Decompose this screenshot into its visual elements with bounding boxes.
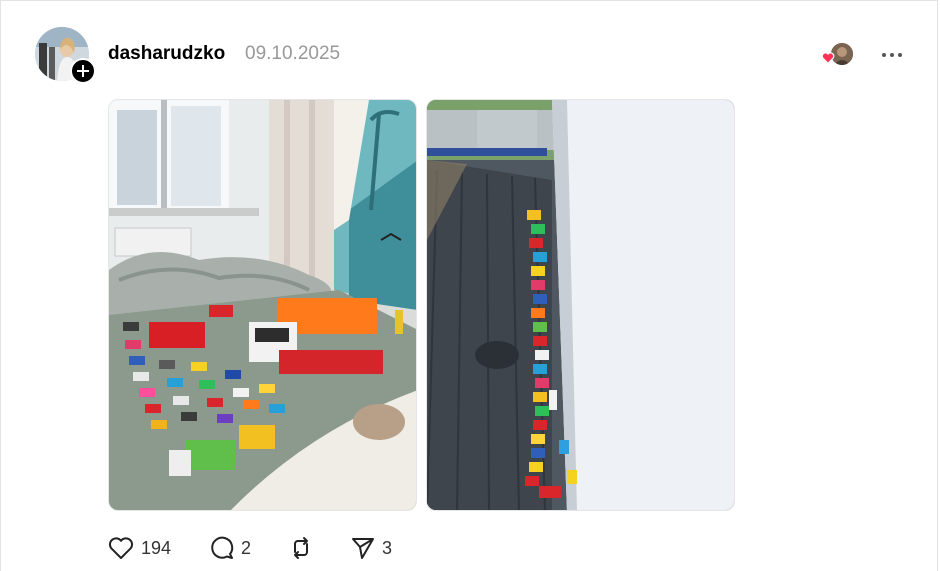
share-button[interactable]: 3 [350, 533, 392, 563]
author-avatar-container[interactable] [35, 27, 96, 84]
photo-toys-terrace-icon [427, 100, 734, 510]
comment-button[interactable]: 2 [208, 533, 251, 563]
post-photo-1[interactable] [108, 99, 417, 511]
plus-icon [77, 65, 89, 77]
more-icon [882, 53, 902, 57]
share-count: 3 [382, 537, 393, 558]
post-card: dasharudzko 09.10.2025 194 2 3 [0, 0, 938, 571]
follow-button[interactable] [70, 58, 96, 84]
repost-button[interactable] [288, 533, 314, 563]
liked-by-preview[interactable] [821, 43, 857, 69]
author-username[interactable]: dasharudzko [108, 43, 225, 65]
post-photo-2[interactable] [426, 99, 735, 511]
repost-icon [294, 537, 308, 559]
send-icon [352, 538, 374, 559]
comment-icon [211, 536, 234, 559]
heart-icon [108, 537, 134, 559]
comment-count: 2 [241, 537, 252, 558]
more-options-button[interactable] [879, 45, 905, 65]
heart-icon [821, 52, 835, 65]
like-count: 194 [141, 537, 172, 558]
like-button[interactable]: 194 [107, 533, 171, 563]
photo-toys-bedroom-icon [109, 100, 416, 510]
post-date[interactable]: 09.10.2025 [245, 43, 340, 65]
